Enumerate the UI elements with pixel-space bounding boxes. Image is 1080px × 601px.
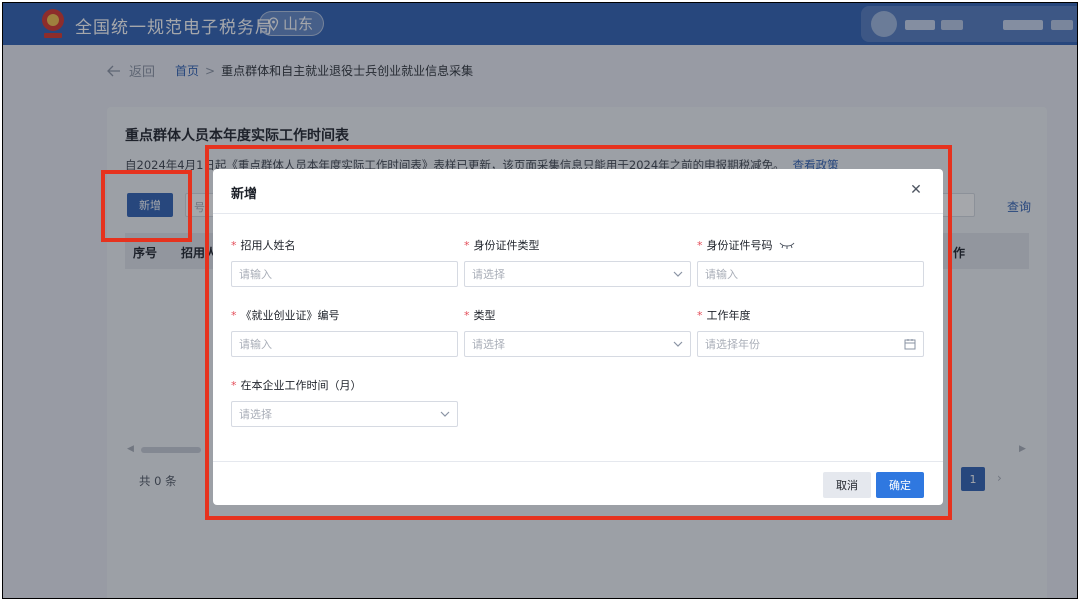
app-window: 全国统一规范电子税务局 山东 返回 首页 > 重点群体和自主就业退役士兵创业就业… [2, 2, 1078, 599]
highlight-box-add-button [101, 170, 192, 242]
highlight-box-dialog [205, 145, 952, 520]
